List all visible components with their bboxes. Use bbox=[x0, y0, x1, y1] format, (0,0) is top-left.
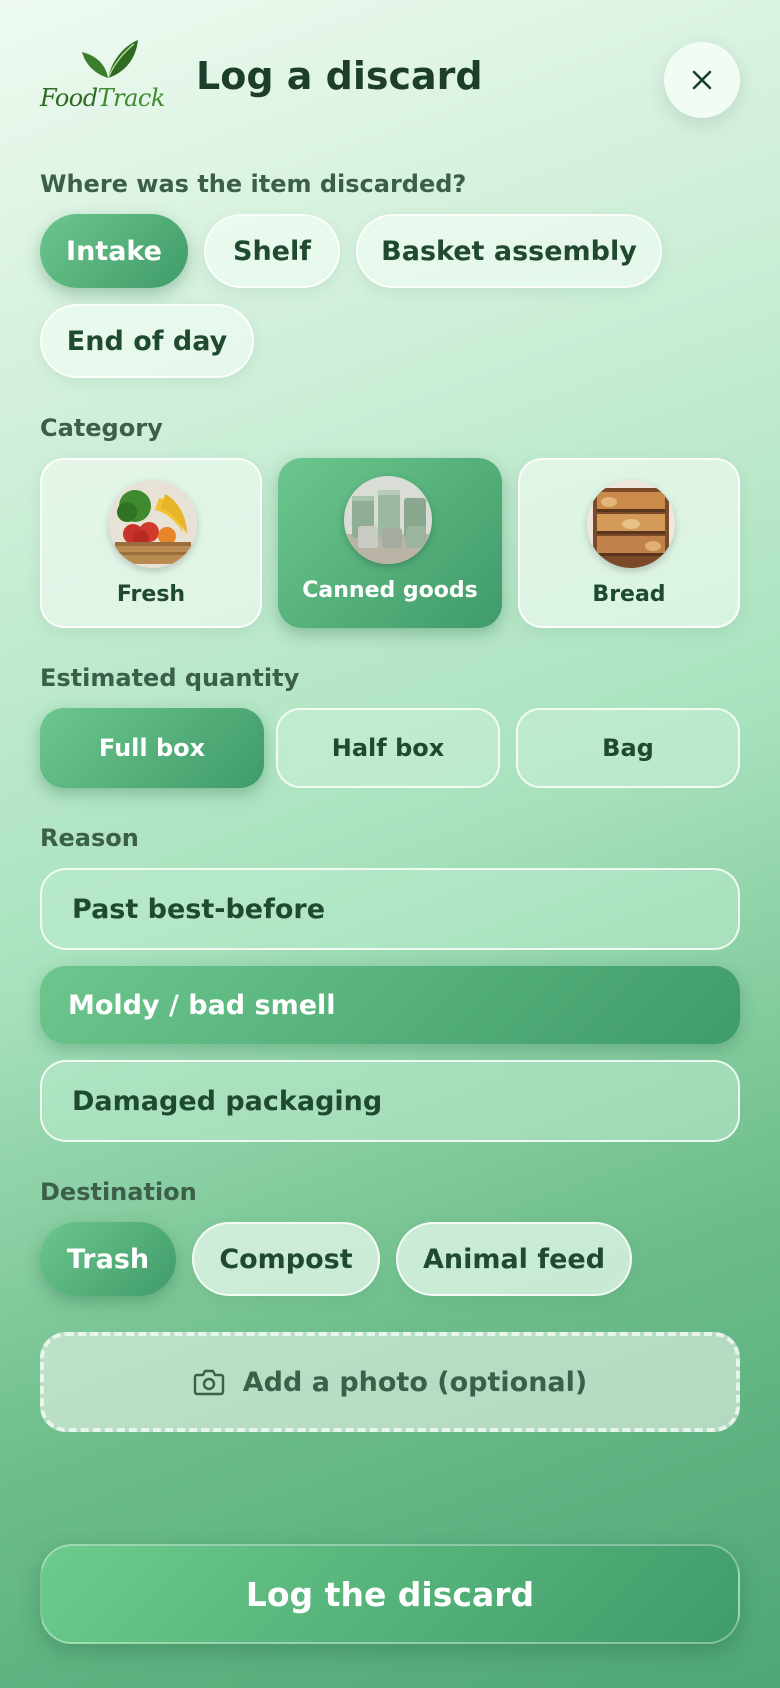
reason-option-moldy-bad-smell[interactable]: Moldy / bad smell bbox=[40, 966, 740, 1044]
log-discard-button[interactable]: Log the discard bbox=[40, 1544, 740, 1644]
leaf-icon bbox=[82, 40, 138, 79]
reason-option-past-best-before[interactable]: Past best-before bbox=[40, 868, 740, 950]
location-option-shelf[interactable]: Shelf bbox=[204, 214, 340, 288]
quantity-option-full-box[interactable]: Full box bbox=[40, 708, 264, 788]
quantity-label: Estimated quantity bbox=[40, 664, 300, 692]
destination-option-animal-feed[interactable]: Animal feed bbox=[396, 1222, 632, 1296]
category-label-canned-goods: Canned goods bbox=[302, 578, 478, 603]
category-label: Category bbox=[40, 414, 163, 442]
page-title: Log a discard bbox=[196, 54, 483, 98]
bread-shelves-image bbox=[587, 480, 675, 568]
reason-label: Reason bbox=[40, 824, 139, 852]
quantity-option-half-box[interactable]: Half box bbox=[276, 708, 500, 788]
category-option-bread[interactable]: Bread bbox=[518, 458, 740, 628]
quantity-option-bag[interactable]: Bag bbox=[516, 708, 740, 788]
canned-goods-image bbox=[344, 476, 432, 564]
location-option-basket-assembly[interactable]: Basket assembly bbox=[356, 214, 662, 288]
location-label: Where was the item discarded? bbox=[40, 170, 467, 198]
location-option-intake[interactable]: Intake bbox=[40, 214, 188, 288]
fresh-produce-image bbox=[109, 480, 197, 568]
close-button[interactable] bbox=[664, 42, 740, 118]
location-option-end-of-day[interactable]: End of day bbox=[40, 304, 254, 378]
close-icon bbox=[692, 70, 712, 90]
category-label-fresh: Fresh bbox=[116, 582, 186, 607]
logo-text: FoodTrack bbox=[40, 84, 165, 112]
camera-icon bbox=[193, 1369, 224, 1396]
destination-option-compost[interactable]: Compost bbox=[192, 1222, 380, 1296]
add-photo-button[interactable]: Add a photo (optional) bbox=[40, 1332, 740, 1432]
category-option-fresh[interactable]: Fresh bbox=[40, 458, 262, 628]
reason-option-damaged-packaging[interactable]: Damaged packaging bbox=[40, 1060, 740, 1142]
destination-label: Destination bbox=[40, 1178, 197, 1206]
header: FoodTrack Log a discard bbox=[40, 38, 740, 122]
destination-option-trash[interactable]: Trash bbox=[40, 1222, 176, 1296]
category-label-bread: Bread bbox=[592, 582, 666, 607]
add-photo-label: Add a photo (optional) bbox=[242, 1366, 588, 1398]
category-option-canned-goods[interactable]: Canned goods bbox=[278, 458, 502, 628]
foodtrack-logo: FoodTrack bbox=[40, 38, 165, 114]
